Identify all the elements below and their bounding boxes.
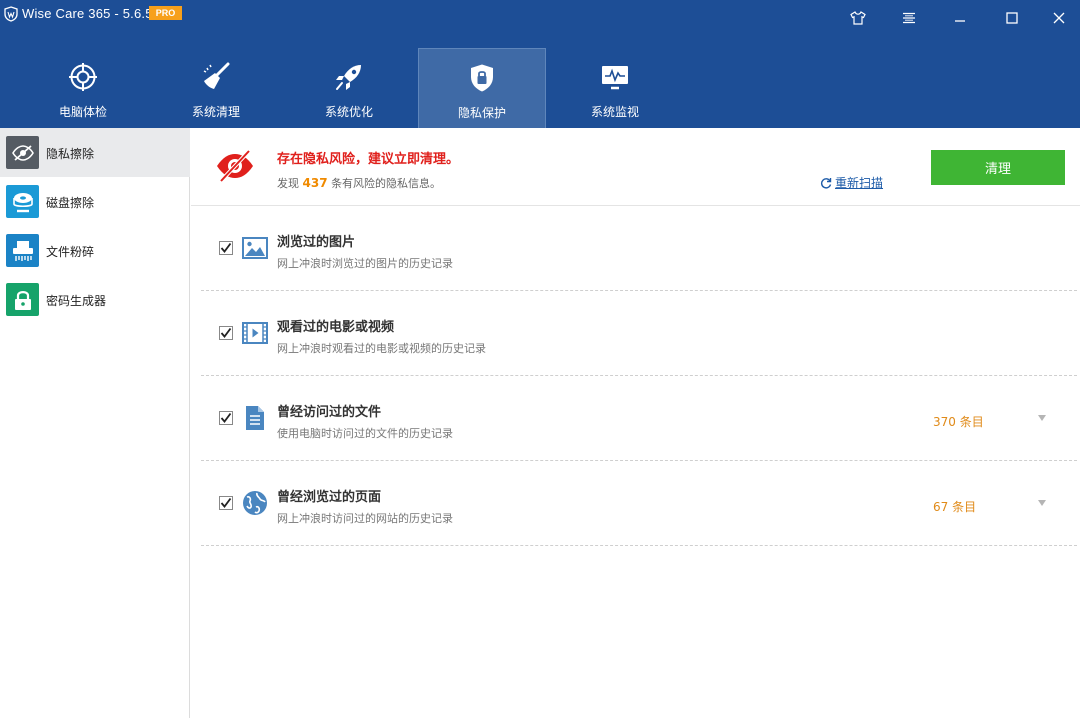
- shirt-icon: [850, 11, 866, 25]
- risk-summary-prefix: 发现: [277, 177, 299, 190]
- risk-count: 437: [302, 176, 328, 190]
- skin-button[interactable]: [836, 0, 880, 36]
- target-icon: [69, 63, 97, 91]
- item-description: 网上冲浪时浏览过的图片的历史记录: [277, 257, 453, 270]
- disk-wipe-icon: [6, 185, 39, 218]
- item-description: 网上冲浪时访问过的网站的历史记录: [277, 512, 453, 525]
- list-item-visited-pages: 曾经浏览过的页面 网上冲浪时访问过的网站的历史记录 67 条目: [201, 461, 1077, 546]
- item-checkbox[interactable]: [219, 411, 233, 425]
- tab-label: 系统清理: [191, 105, 240, 119]
- app-logo-icon: [4, 6, 18, 22]
- minimize-button[interactable]: [938, 0, 982, 36]
- sidebar-item-disk-eraser[interactable]: 磁盘擦除: [0, 177, 190, 226]
- title-bar: Wise Care 365 - 5.6.5 PRO: [0, 0, 1080, 36]
- video-icon: [242, 322, 268, 344]
- item-title: 曾经浏览过的页面: [277, 490, 382, 505]
- risk-title: 存在隐私风险，建议立即清理。: [277, 152, 460, 167]
- sidebar: 隐私擦除 磁盘擦除 文件粉碎 密码生成器: [0, 128, 190, 718]
- top-navigation: 电脑体检 系统清理 系统优化 隐私保护 系统监视: [0, 36, 1080, 128]
- rocket-icon: [336, 65, 361, 90]
- sidebar-item-label: 文件粉碎: [46, 245, 95, 259]
- clean-button[interactable]: 清理: [931, 150, 1065, 185]
- eye-off-icon: [6, 136, 39, 169]
- menu-icon: [903, 12, 915, 24]
- menu-button[interactable]: [887, 0, 931, 36]
- shredder-icon: [6, 234, 39, 267]
- list-item-watched-videos: 观看过的电影或视频 网上冲浪时观看过的电影或视频的历史记录: [201, 291, 1077, 376]
- sidebar-item-label: 磁盘擦除: [46, 196, 95, 210]
- item-checkbox[interactable]: [219, 241, 233, 255]
- tab-privacy-protector[interactable]: 隐私保护: [418, 48, 546, 128]
- sidebar-item-privacy-eraser[interactable]: 隐私擦除: [0, 128, 190, 177]
- sidebar-item-label: 隐私擦除: [46, 147, 95, 161]
- tab-system-optimizer[interactable]: 系统优化: [285, 48, 413, 128]
- item-description: 网上冲浪时观看过的电影或视频的历史记录: [277, 342, 486, 355]
- broom-icon: [203, 62, 230, 89]
- risk-summary: 发现 437 条有风险的隐私信息。: [277, 175, 441, 191]
- scan-status: 存在隐私风险，建议立即清理。 发现 437 条有风险的隐私信息。 重新扫描 清理: [191, 128, 1080, 206]
- image-icon: [242, 237, 268, 259]
- document-icon: [246, 406, 264, 430]
- pro-badge: PRO: [149, 6, 182, 20]
- main-panel: 存在隐私风险，建议立即清理。 发现 437 条有风险的隐私信息。 重新扫描 清理…: [191, 128, 1080, 718]
- chevron-down-icon[interactable]: [1036, 412, 1048, 424]
- tab-label: 系统优化: [324, 105, 373, 119]
- item-title: 浏览过的图片: [277, 235, 356, 250]
- item-title: 曾经访问过的文件: [277, 405, 382, 420]
- minimize-icon: [955, 20, 965, 22]
- app-title: Wise Care 365 - 5.6.5: [22, 6, 153, 21]
- tab-label: 电脑体检: [58, 105, 107, 119]
- monitor-icon: [602, 66, 628, 90]
- list-item-accessed-files: 曾经访问过的文件 使用电脑时访问过的文件的历史记录 370 条目: [201, 376, 1077, 461]
- privacy-risk-icon: [217, 149, 253, 183]
- tab-system-monitor[interactable]: 系统监视: [551, 48, 679, 128]
- sidebar-item-label: 密码生成器: [46, 294, 107, 308]
- rescan-link[interactable]: 重新扫描: [820, 174, 883, 191]
- chevron-down-icon[interactable]: [1036, 497, 1048, 509]
- sidebar-item-file-shredder[interactable]: 文件粉碎: [0, 226, 190, 275]
- tab-label: 隐私保护: [457, 106, 506, 120]
- tab-system-cleaner[interactable]: 系统清理: [152, 48, 280, 128]
- close-icon: [1053, 12, 1065, 24]
- globe-icon: [243, 491, 267, 515]
- item-count: 67 条目: [933, 500, 977, 514]
- item-checkbox[interactable]: [219, 496, 233, 510]
- item-title: 观看过的电影或视频: [277, 320, 395, 335]
- refresh-icon: [820, 177, 832, 188]
- sidebar-item-password-generator[interactable]: 密码生成器: [0, 275, 190, 324]
- maximize-icon: [1006, 12, 1018, 24]
- risk-summary-suffix: 条有风险的隐私信息。: [331, 177, 442, 190]
- item-count: 370 条目: [933, 415, 984, 429]
- shield-lock-icon: [471, 64, 493, 92]
- rescan-label: 重新扫描: [835, 176, 884, 190]
- item-description: 使用电脑时访问过的文件的历史记录: [277, 427, 453, 440]
- item-checkbox[interactable]: [219, 326, 233, 340]
- lock-icon: [6, 283, 39, 316]
- maximize-button[interactable]: [990, 0, 1034, 36]
- tab-label: 系统监视: [590, 105, 639, 119]
- close-button[interactable]: [1037, 0, 1080, 36]
- tab-pc-checkup[interactable]: 电脑体检: [19, 48, 147, 128]
- list-item-viewed-images: 浏览过的图片 网上冲浪时浏览过的图片的历史记录: [201, 206, 1077, 291]
